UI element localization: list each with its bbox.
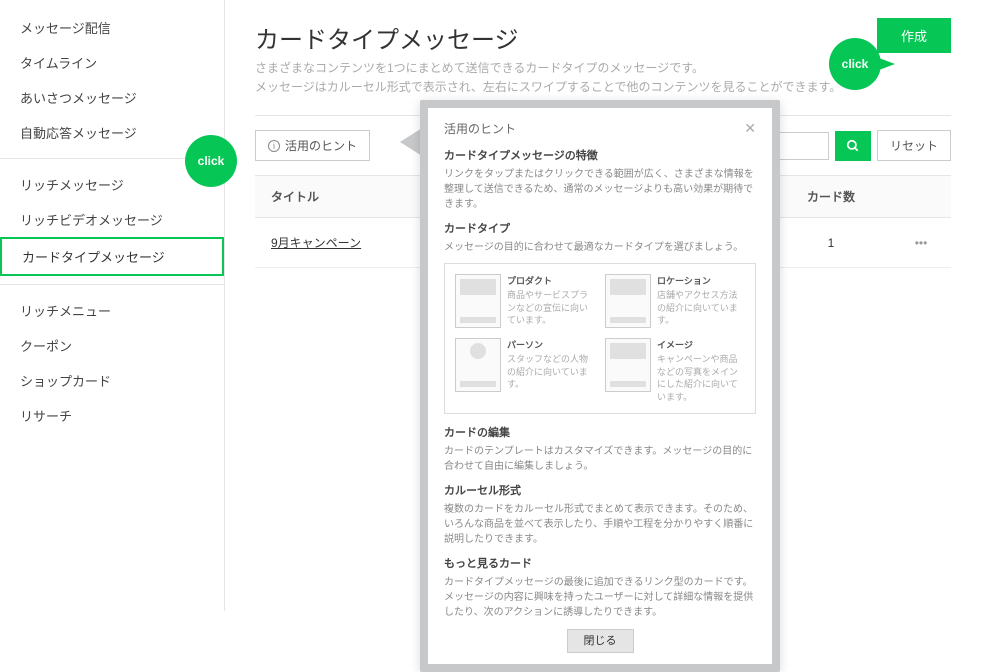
info-icon: i	[268, 140, 280, 152]
section-heading: もっと見るカード	[444, 555, 756, 571]
section-text: 複数のカードをカルーセル形式でまとめて表示できます。そのため、いろんな商品を並べ…	[444, 502, 756, 547]
search-button[interactable]	[835, 131, 871, 161]
section-heading: カードタイプ	[444, 220, 756, 236]
sidebar-item-broadcast[interactable]: メッセージ配信	[0, 10, 224, 45]
location-thumb-icon	[605, 274, 651, 328]
card-type-grid: プロダクト商品やサービスプランなどの宣伝に向いています。 ロケーション店舗やアク…	[444, 263, 756, 414]
hint-trigger-button[interactable]: i 活用のヒント	[255, 130, 370, 161]
section-heading: カードタイプメッセージの特徴	[444, 147, 756, 163]
speech-pointer	[400, 128, 422, 156]
sidebar-item-richmenu[interactable]: リッチメニュー	[0, 293, 224, 328]
sidebar: メッセージ配信 タイムライン あいさつメッセージ 自動応答メッセージ リッチメッ…	[0, 0, 225, 611]
card-option-location[interactable]: ロケーション店舗やアクセス方法の紹介に向いています。	[605, 274, 745, 328]
product-thumb-icon	[455, 274, 501, 328]
sidebar-item-coupon[interactable]: クーポン	[0, 328, 224, 363]
click-callout: click	[185, 135, 237, 187]
card-option-product[interactable]: プロダクト商品やサービスプランなどの宣伝に向いています。	[455, 274, 595, 328]
click-callout: click	[829, 38, 881, 90]
section-text: カードのテンプレートはカスタマイズできます。メッセージの目的に合わせて自由に編集…	[444, 444, 756, 474]
image-thumb-icon	[605, 338, 651, 392]
sidebar-item-cardtype[interactable]: カードタイプメッセージ	[0, 237, 224, 276]
modal-title: 活用のヒント	[444, 120, 516, 137]
section-text: メッセージの目的に合わせて最適なカードタイプを選びましょう。	[444, 240, 756, 255]
sidebar-item-greeting[interactable]: あいさつメッセージ	[0, 80, 224, 115]
modal-close-button[interactable]: 閉じる	[567, 629, 634, 653]
section-text: カードタイプメッセージの最後に追加できるリンク型のカードです。メッセージの内容に…	[444, 575, 756, 620]
search-icon	[846, 139, 860, 153]
card-option-image[interactable]: イメージキャンペーンや商品などの写真をメインにした紹介に向いています。	[605, 338, 745, 403]
row-actions-button[interactable]: •••	[891, 220, 951, 266]
sidebar-item-richvideo[interactable]: リッチビデオメッセージ	[0, 202, 224, 237]
reset-button[interactable]: リセット	[877, 130, 951, 161]
person-thumb-icon	[455, 338, 501, 392]
sidebar-item-shopcard[interactable]: ショップカード	[0, 363, 224, 398]
section-text: リンクをタップまたはクリックできる範囲が広く、さまざまな情報を整理して送信できる…	[444, 167, 756, 212]
card-option-person[interactable]: パーソンスタッフなどの人物の紹介に向いています。	[455, 338, 595, 403]
create-button[interactable]: 作成	[877, 18, 951, 53]
section-heading: カードの編集	[444, 424, 756, 440]
sidebar-item-research[interactable]: リサーチ	[0, 398, 224, 433]
column-count: カード数	[771, 176, 891, 217]
hint-modal: 活用のヒント ✕ カードタイプメッセージの特徴 リンクをタップまたはクリックでき…	[420, 100, 780, 672]
sidebar-item-timeline[interactable]: タイムライン	[0, 45, 224, 80]
section-heading: カルーセル形式	[444, 482, 756, 498]
modal-close-icon[interactable]: ✕	[744, 120, 756, 137]
